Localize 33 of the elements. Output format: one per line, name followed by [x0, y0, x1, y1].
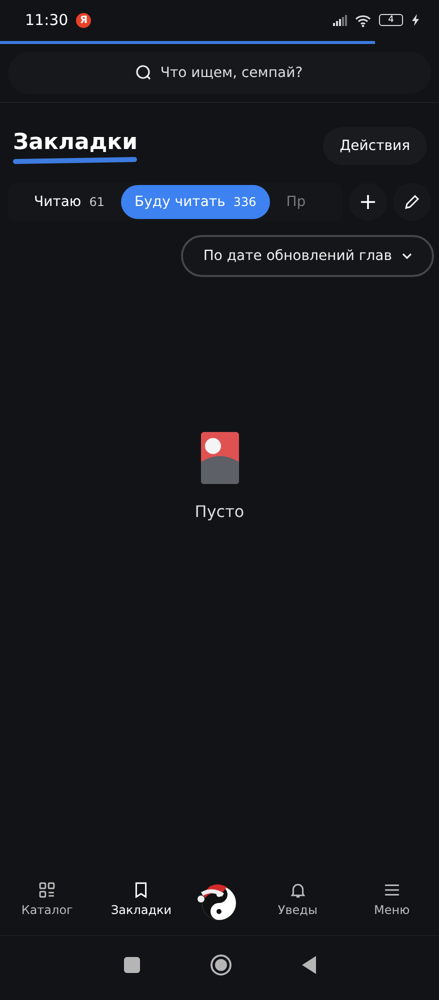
edit-button[interactable]: [393, 183, 431, 221]
page-title: Закладки: [13, 130, 138, 154]
battery-icon: 4: [379, 14, 403, 26]
add-button[interactable]: [349, 183, 387, 221]
home-circle-icon[interactable]: [210, 954, 232, 976]
nav-item[interactable]: Каталог: [7, 882, 88, 916]
empty-image-icon: [200, 432, 238, 484]
grid-icon: [39, 882, 56, 898]
nav-item[interactable]: Уведы: [258, 882, 338, 916]
square-icon[interactable]: [124, 957, 140, 973]
plus-icon: [361, 195, 375, 209]
actions-button[interactable]: Действия: [322, 127, 427, 165]
empty-text: Пусто: [194, 502, 244, 521]
search-field[interactable]: Что ищем, семпай?: [8, 52, 431, 94]
nav-item[interactable]: Закладки: [101, 882, 182, 916]
bell-icon: [290, 882, 306, 898]
app-badge: Я: [76, 12, 92, 28]
chevron-down-icon: [402, 253, 412, 259]
bookmark-icon: [133, 882, 150, 898]
tab[interactable]: Буду читать 336: [120, 185, 270, 219]
signal-icon: [333, 14, 347, 26]
pencil-icon: [404, 194, 420, 210]
search-icon: [136, 65, 152, 81]
menu-icon: [384, 882, 400, 898]
back-triangle-icon[interactable]: [302, 956, 316, 974]
charging-icon: [411, 14, 419, 26]
clock-time: 11:30: [25, 11, 68, 29]
search-placeholder: Что ищем, семпай?: [160, 65, 303, 81]
nav-item[interactable]: Меню: [352, 882, 432, 916]
sort-dropdown[interactable]: По дате обновлений глав: [181, 235, 434, 277]
wifi-icon: [355, 14, 371, 26]
tab[interactable]: Читаю 61: [20, 185, 118, 219]
tab[interactable]: Пр: [272, 185, 306, 219]
